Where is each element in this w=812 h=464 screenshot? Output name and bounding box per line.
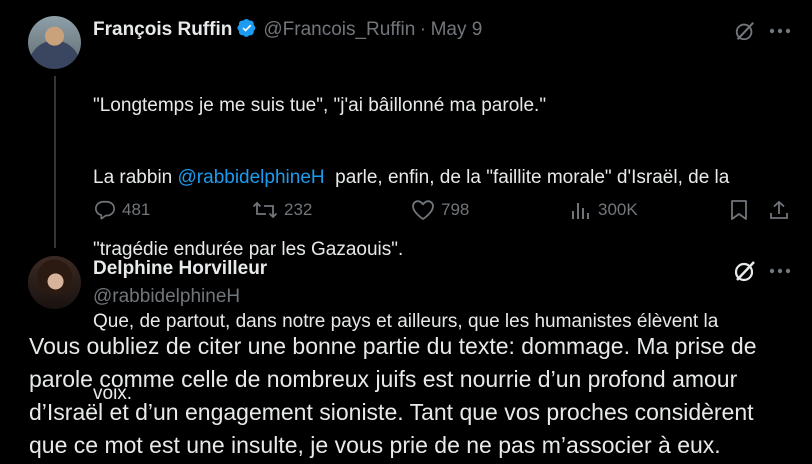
more-icon[interactable] <box>766 18 794 44</box>
reply-text-line: Vous oubliez de citer une bonne partie d… <box>29 333 757 359</box>
more-icon[interactable] <box>766 258 794 284</box>
views-count: 300K <box>598 200 638 219</box>
reply-text: Vous oubliez de citer une bonne partie d… <box>29 330 809 462</box>
reply-button[interactable]: 481 <box>94 199 150 221</box>
tweet-text-line: La rabbin @rabbidelphineH parle, enfin, … <box>93 166 793 190</box>
tweet-header: François Ruffin @Francois_Ruffin · May 9 <box>93 18 482 41</box>
repost-button[interactable]: 232 <box>252 199 312 221</box>
share-icon[interactable] <box>768 199 790 221</box>
repost-count: 232 <box>284 200 313 219</box>
tweet-date[interactable]: May 9 <box>431 19 483 40</box>
views-button[interactable]: 300K <box>570 199 638 221</box>
like-button[interactable]: 798 <box>411 199 469 221</box>
tweet-text-fragment: parle, enfin, de la "faillite morale" d'… <box>324 167 730 188</box>
avatar-delphine-horvilleur[interactable] <box>28 256 81 309</box>
tweet-text-fragment: La rabbin <box>93 167 178 188</box>
avatar-francois-ruffin[interactable] <box>28 16 81 69</box>
reply-text-line: d’Israël et d’un engagement sioniste. Ta… <box>29 399 754 425</box>
verified-badge-icon <box>237 18 257 38</box>
reply-icon <box>94 199 122 221</box>
header-separator: · <box>419 19 427 40</box>
bookmark-icon[interactable] <box>728 199 750 221</box>
grok-icon[interactable] <box>732 258 758 284</box>
tweet-text-line: "Longtemps je me suis tue", "j'ai bâillo… <box>93 95 547 116</box>
like-count: 798 <box>441 200 470 219</box>
author-name[interactable]: François Ruffin <box>93 19 232 40</box>
reply-text-line: que ce mot est une insulte, je vous prie… <box>29 432 721 458</box>
like-icon <box>411 199 441 221</box>
repost-icon <box>252 199 284 221</box>
thread-line <box>54 76 56 248</box>
mention-link[interactable]: @rabbidelphineH <box>178 167 325 188</box>
reply-count: 481 <box>122 200 151 219</box>
reply-text-line: parole comme celle de nombreux juifs est… <box>29 366 738 392</box>
grok-icon[interactable] <box>732 18 758 44</box>
views-icon <box>570 199 598 221</box>
author-handle[interactable]: @Francois_Ruffin <box>263 19 415 40</box>
reply-author-handle[interactable]: @rabbidelphineH <box>93 286 240 308</box>
reply-author-name[interactable]: Delphine Horvilleur <box>93 258 267 280</box>
